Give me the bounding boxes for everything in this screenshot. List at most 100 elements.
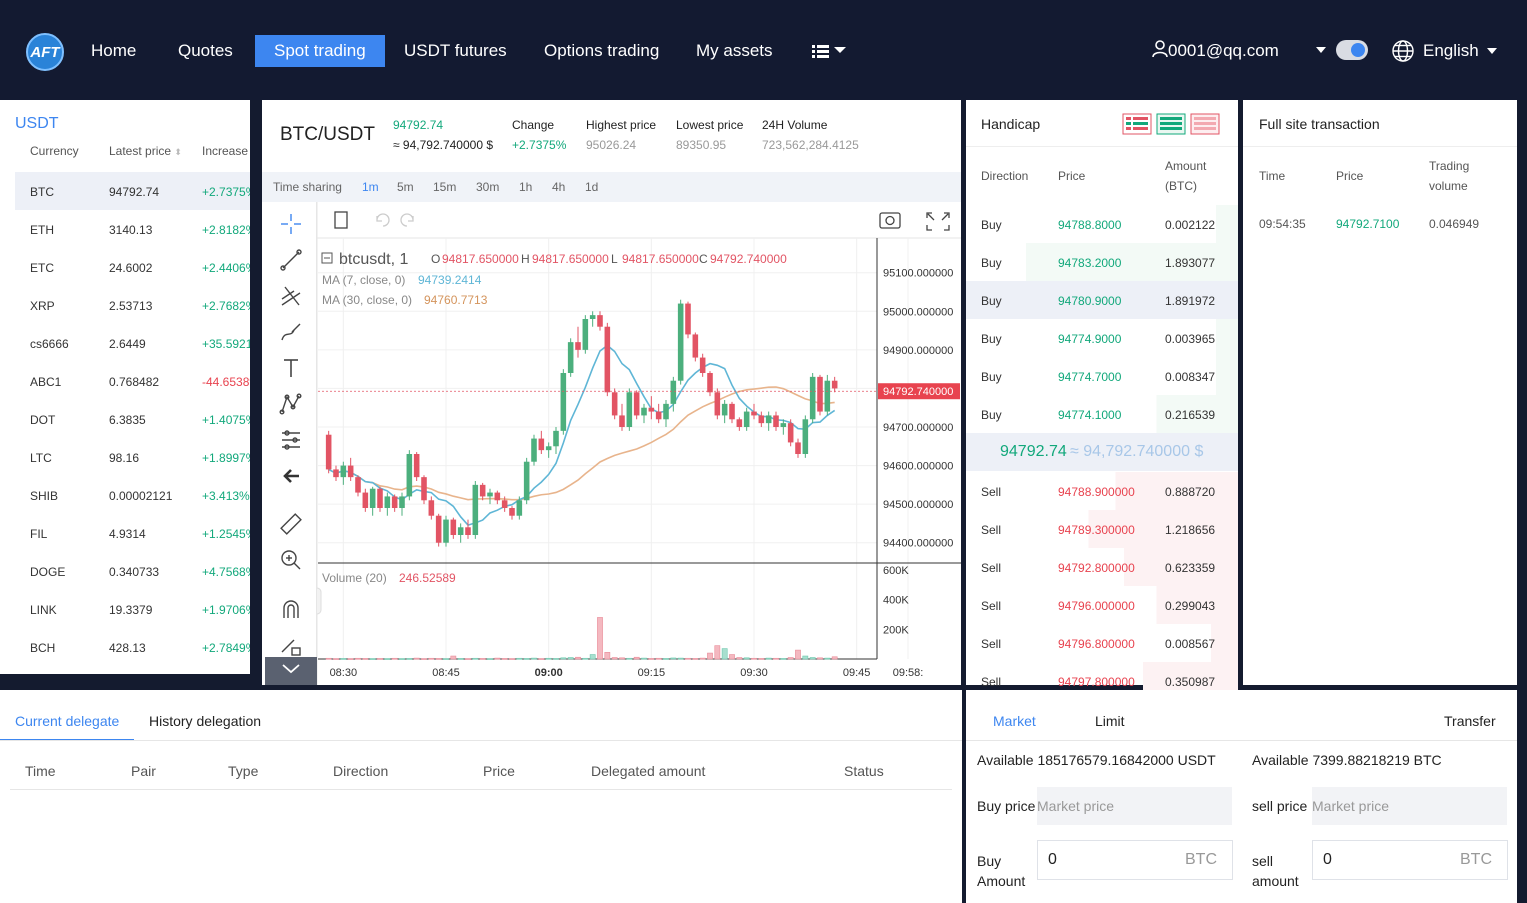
bid-row[interactable]: Buy 94774.9000 0.003965 (966, 319, 1238, 357)
buy-price-field[interactable]: Market price (1037, 787, 1232, 825)
order-book-panel: Handicap Direction Price Amount (BTC) Bu… (966, 100, 1238, 700)
language-label: English (1423, 41, 1479, 60)
pair-row[interactable]: ABC1 0.768482 -44.6538% (15, 362, 250, 400)
fib-tool-icon[interactable] (279, 284, 303, 308)
transfer-button[interactable]: Transfer (1444, 713, 1496, 729)
nav-options-trading[interactable]: Options trading (525, 35, 678, 67)
candle (751, 411, 757, 416)
volume-bar (641, 657, 647, 660)
ruler-icon[interactable] (279, 512, 303, 536)
col-increase[interactable]: Increase (202, 144, 248, 158)
pair-row[interactable]: cs6666 2.6449 +35.5921% (15, 324, 250, 362)
timeframe-1m[interactable]: 1m (362, 180, 379, 194)
orders-panel: Current delegate History delegation Time… (0, 690, 962, 903)
pair-row[interactable]: BCH 428.13 +2.7849% (15, 628, 250, 666)
zoom-in-icon[interactable] (279, 548, 303, 572)
order-amount: 0.003965 (1165, 332, 1216, 346)
volume-bar (567, 657, 574, 660)
nav-usdt-futures[interactable]: USDT futures (385, 35, 526, 67)
ask-row[interactable]: Sell 94796.000000 0.299043 (966, 586, 1238, 624)
sell-price-field[interactable]: Market price (1312, 787, 1507, 825)
pair-row[interactable]: DOT 6.3835 +1.4075% (15, 400, 250, 438)
crosshair-icon[interactable] (279, 212, 303, 236)
candle (347, 465, 354, 478)
bid-row[interactable]: Buy 94774.1000 0.216539 (966, 395, 1238, 433)
pair-row[interactable]: BTC 94792.74 +2.7375% (15, 172, 250, 210)
language-selector[interactable]: English (1391, 39, 1497, 63)
sort-icon[interactable]: ⬍ (174, 147, 182, 157)
pair-row[interactable]: DOGE 0.340733 +4.7568% (15, 552, 250, 590)
volume-bar (685, 657, 691, 660)
timeframe-4h[interactable]: 4h (552, 180, 565, 194)
candle (699, 357, 706, 373)
user-account[interactable]: 0001@qq.com (1152, 40, 1279, 61)
bid-row[interactable]: Buy 94774.7000 0.008347 (966, 357, 1238, 395)
tab-limit[interactable]: Limit (1095, 713, 1125, 729)
timeframe-30m[interactable]: 30m (476, 180, 499, 194)
volume-bar (391, 657, 398, 660)
pane-collapse-handle[interactable] (317, 587, 322, 615)
tab-market[interactable]: Market (993, 713, 1036, 729)
toolbar-collapse-button[interactable] (265, 657, 317, 685)
brush-icon[interactable] (279, 320, 303, 344)
sell-amount-input[interactable]: 0 BTC (1312, 840, 1508, 880)
market-tab-usdt[interactable]: USDT (15, 115, 59, 133)
candle (560, 373, 567, 431)
volume-bar (817, 657, 823, 660)
back-arrow-icon[interactable] (279, 464, 303, 488)
ask-row[interactable]: Sell 94796.800000 0.008567 (966, 624, 1238, 662)
theme-toggle[interactable] (1316, 40, 1370, 62)
trend-line-icon[interactable] (279, 248, 303, 272)
pair-row[interactable]: SHIB 0.00002121 +3.413% (15, 476, 250, 514)
toggle-switch[interactable] (1336, 40, 1368, 60)
tab-current-delegate[interactable]: Current delegate (15, 713, 119, 729)
candle (729, 403, 735, 420)
more-menu-icon[interactable] (812, 42, 848, 60)
pair-row[interactable]: ETC 24.6002 +2.4406% (15, 248, 250, 286)
candle (743, 411, 750, 427)
timeframe-1d[interactable]: 1d (585, 180, 598, 194)
ask-row[interactable]: Sell 94789.300000 1.218656 (966, 510, 1238, 548)
view-buy-icon[interactable] (1156, 113, 1186, 135)
tab-history-delegation[interactable]: History delegation (149, 713, 261, 729)
pair-increase: +3.413% (202, 489, 250, 503)
ask-row[interactable]: Sell 94792.800000 0.623359 (966, 548, 1238, 586)
pattern-tool-icon[interactable] (279, 392, 303, 416)
pair-row[interactable]: LTC 98.16 +1.8997% (15, 438, 250, 476)
bid-row[interactable]: Buy 94783.2000 1.893077 (966, 243, 1238, 281)
view-sell-icon[interactable] (1190, 113, 1220, 135)
col-latest-price[interactable]: Latest price ⬍ (109, 144, 182, 158)
candle (802, 419, 809, 454)
nav-my-assets[interactable]: My assets (677, 35, 792, 67)
ask-row[interactable]: Sell 94788.900000 0.888720 (966, 472, 1238, 510)
pair-increase: +2.7375% (202, 185, 250, 199)
volume-bar (362, 658, 369, 660)
bid-row[interactable]: Buy 94788.8000 0.002122 (966, 205, 1238, 243)
lock-drawing-icon[interactable] (279, 634, 303, 658)
timeframe-1h[interactable]: 1h (519, 180, 532, 194)
candle (369, 488, 376, 508)
volume-bar (384, 658, 391, 660)
pair-row[interactable]: ETH 3140.13 +2.8182% (15, 210, 250, 248)
magnet-icon[interactable] (279, 598, 303, 622)
text-tool-icon[interactable] (279, 356, 303, 380)
view-both-icon[interactable] (1122, 113, 1152, 135)
ohlc-value: 94817.650000 (532, 252, 609, 266)
pair-row[interactable]: XRP 2.53713 +2.7682% (15, 286, 250, 324)
timeframe-time-sharing[interactable]: Time sharing (273, 180, 342, 194)
timeframe-5m[interactable]: 5m (397, 180, 414, 194)
nav-home[interactable]: Home (72, 35, 155, 67)
pair-row[interactable]: FIL 4.9314 +1.2545% (15, 514, 250, 552)
pair-row[interactable]: LINK 19.3379 +1.9706% (15, 590, 250, 628)
brand-logo[interactable]: AFT (26, 33, 64, 71)
projection-tool-icon[interactable] (279, 428, 303, 452)
candlestick-chart[interactable]: 95100.00000095000.00000094900.0000009480… (317, 202, 961, 685)
nav-quotes[interactable]: Quotes (159, 35, 252, 67)
buy-amount-input[interactable]: 0 BTC (1037, 840, 1233, 880)
volume-bar (626, 657, 633, 660)
timeframe-15m[interactable]: 15m (433, 180, 456, 194)
bid-row[interactable]: Buy 94780.9000 1.891972 (966, 281, 1238, 319)
volume-bar (802, 655, 809, 660)
col-time: Time (25, 763, 56, 779)
nav-spot-trading[interactable]: Spot trading (255, 35, 385, 67)
